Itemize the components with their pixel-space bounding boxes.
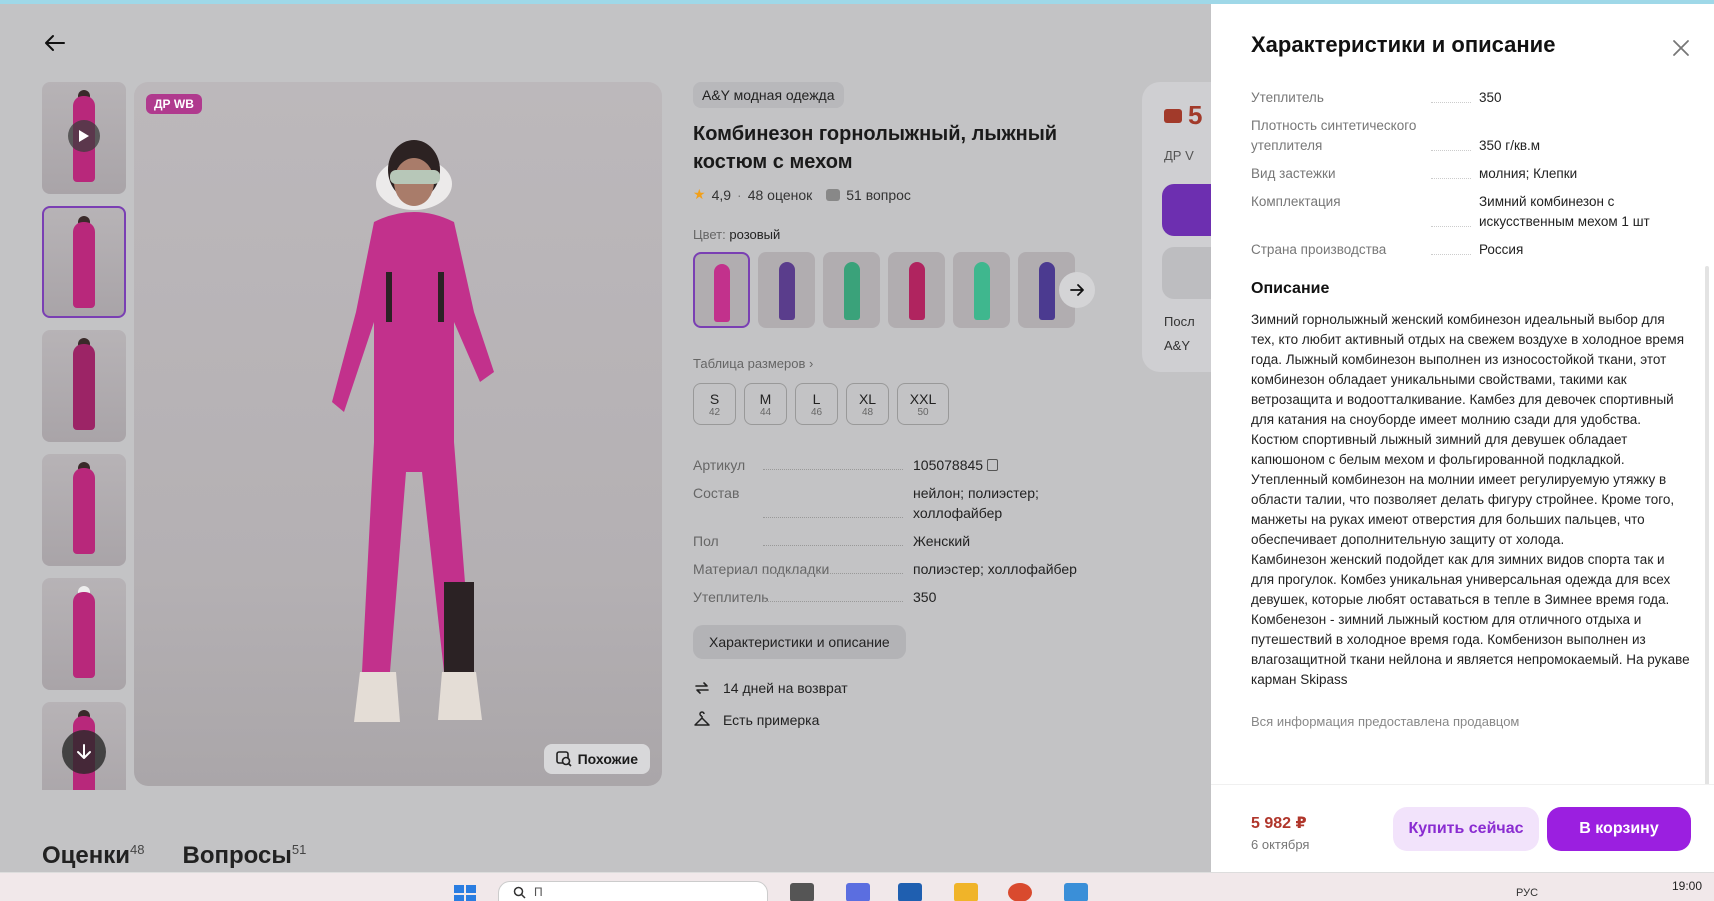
color-swatch[interactable] [953, 252, 1010, 328]
star-icon: ★ [693, 186, 706, 202]
similar-button[interactable]: Похожие [543, 744, 650, 774]
drawer-footer: 5 982 ₽ 6 октября Купить сейчас В корзин… [1211, 784, 1714, 872]
color-value: розовый [729, 227, 781, 242]
drawer-content[interactable]: Утеплитель 350 Плотность синтетического у… [1251, 88, 1691, 768]
swatches-next-button[interactable] [1059, 272, 1095, 308]
spec-row: Комплектация Зимний комбинезон с искусств… [1251, 194, 1650, 229]
promo-badge: ДР WB [146, 94, 202, 114]
param-row: Материал подкладки полиэстер; холлофайбер [693, 561, 1077, 577]
drawer-scrollbar[interactable] [1705, 266, 1709, 786]
down-arrow-icon[interactable] [62, 730, 106, 774]
size-option[interactable]: XL 48 [846, 383, 889, 425]
color-swatch[interactable] [888, 252, 945, 328]
taskbar-app[interactable] [790, 883, 814, 901]
color-swatch[interactable] [693, 252, 750, 328]
buybox-line: A&Y [1164, 338, 1191, 353]
taskbar-app[interactable] [954, 883, 978, 901]
reviews-tabs: Оценки48 Вопросы51 [42, 842, 306, 870]
param-row: Пол Женский [693, 533, 971, 549]
close-button[interactable] [1669, 36, 1693, 60]
color-swatch[interactable] [758, 252, 815, 328]
copy-icon[interactable] [986, 459, 998, 471]
add-to-cart-button[interactable]: В корзину [1547, 807, 1691, 851]
buybox-price: 5 [1164, 100, 1202, 131]
footer-price: 5 982 ₽ [1251, 815, 1307, 832]
reviews-count[interactable]: 48 оценок [748, 187, 813, 203]
taskbar-app[interactable] [1008, 883, 1032, 901]
buy-now-button[interactable]: Купить сейчас [1393, 807, 1539, 851]
size-table-link[interactable]: Таблица размеров › [693, 356, 1093, 371]
delivery-date: 6 октября [1251, 837, 1310, 852]
characteristics-drawer: Характеристики и описание Утеплитель 350 … [1211, 4, 1714, 872]
close-icon [1673, 40, 1689, 56]
tab-reviews[interactable]: Оценки48 [42, 842, 145, 870]
feature-fitting: Есть примерка [693, 711, 1093, 729]
model-figure-image [332, 140, 494, 722]
back-button[interactable] [40, 28, 70, 58]
back-arrow-icon [45, 35, 65, 51]
hanger-icon [694, 711, 710, 726]
buybox-cart-button[interactable] [1162, 184, 1211, 236]
characteristics-button[interactable]: Характеристики и описание [693, 625, 906, 659]
size-option[interactable]: M 44 [744, 383, 787, 425]
color-label-key: Цвет: [693, 227, 726, 242]
right-arrow-icon [1070, 284, 1084, 296]
rating-value[interactable]: 4,9 [712, 187, 731, 203]
thumbnail-image[interactable] [42, 330, 126, 442]
taskbar-search[interactable]: П [498, 881, 768, 901]
clock[interactable]: 19:00 [1672, 879, 1702, 893]
buybox-buy-button[interactable] [1162, 247, 1211, 299]
question-icon [826, 188, 841, 201]
spec-row: Плотность синтетического утеплителя 350 г… [1251, 118, 1541, 153]
taskbar-search-text: П [534, 885, 543, 899]
thumbnail-video[interactable] [42, 82, 126, 194]
spec-row: Вид застежки молния; Клепки [1251, 166, 1578, 181]
taskbar-app[interactable] [1064, 883, 1088, 901]
spec-row: Утеплитель 350 [1251, 90, 1502, 105]
buybox-line: Посл [1164, 314, 1195, 329]
thumbnail-image[interactable] [42, 578, 126, 690]
description-text: Зимний горнолыжный женский комбинезон ид… [1251, 312, 1690, 687]
feature-return: 14 дней на возврат [693, 679, 1093, 697]
product-info: A&Y модная одежда Комбинезон горнолыжный… [693, 82, 1095, 729]
taskbar-app[interactable] [898, 883, 922, 901]
seller-note: Вся информация предоставлена продавцом [1251, 714, 1520, 729]
size-option[interactable]: XXL 50 [897, 383, 949, 425]
param-row: Артикул 105078845 [693, 455, 1093, 475]
size-option[interactable]: S 42 [693, 383, 736, 425]
size-selector: S 42 M 44 L 46 XL 48 XXL 50 [693, 383, 1093, 425]
questions-count[interactable]: 51 вопрос [846, 187, 911, 203]
taskbar-app[interactable] [846, 883, 870, 901]
main-product-photo[interactable]: ДР WB Похожие [134, 82, 662, 786]
buybox-promo: ДР V [1164, 148, 1194, 163]
spec-row: Страна производства Россия [1251, 242, 1524, 257]
color-swatches [693, 252, 1095, 328]
similar-search-icon [555, 751, 572, 767]
thumbnail-list[interactable] [42, 82, 126, 790]
rating-row: ★ 4,9 · 48 оценок 51 вопрос [693, 186, 911, 203]
play-icon [68, 120, 100, 152]
color-swatch[interactable] [823, 252, 880, 328]
color-label: Цвет: розовый [693, 227, 1093, 242]
windows-taskbar: П РУС 19:00 [0, 872, 1714, 901]
thumbnail-image[interactable] [42, 206, 126, 318]
thumbnail-image[interactable] [42, 702, 126, 790]
windows-icon[interactable] [452, 883, 478, 901]
brand-link[interactable]: A&Y модная одежда [693, 82, 844, 108]
product-title: Комбинезон горнолыжный, лыжный костюм с … [693, 123, 1058, 173]
buy-box-partial: 5 ДР V Посл A&Y [1142, 82, 1211, 372]
thumbnail-image[interactable] [42, 454, 126, 566]
param-row: Утеплитель 350 [693, 589, 937, 605]
drawer-title: Характеристики и описание [1251, 32, 1556, 57]
size-option[interactable]: L 46 [795, 383, 838, 425]
search-icon [513, 886, 526, 899]
tab-questions[interactable]: Вопросы51 [183, 842, 307, 870]
product-page-dimmed: ДР WB Похожие A&Y модная одежда Комбинез… [0, 4, 1211, 872]
language-indicator[interactable]: РУС [1516, 887, 1538, 899]
description-heading: Описание [1251, 280, 1330, 297]
product-params: Артикул 105078845 Состав нейлон; полиэстер… [693, 455, 1093, 607]
similar-label: Похожие [577, 751, 638, 767]
return-icon [695, 682, 709, 694]
param-row: Состав нейлон; полиэстер; холлофайбер [693, 485, 1039, 521]
